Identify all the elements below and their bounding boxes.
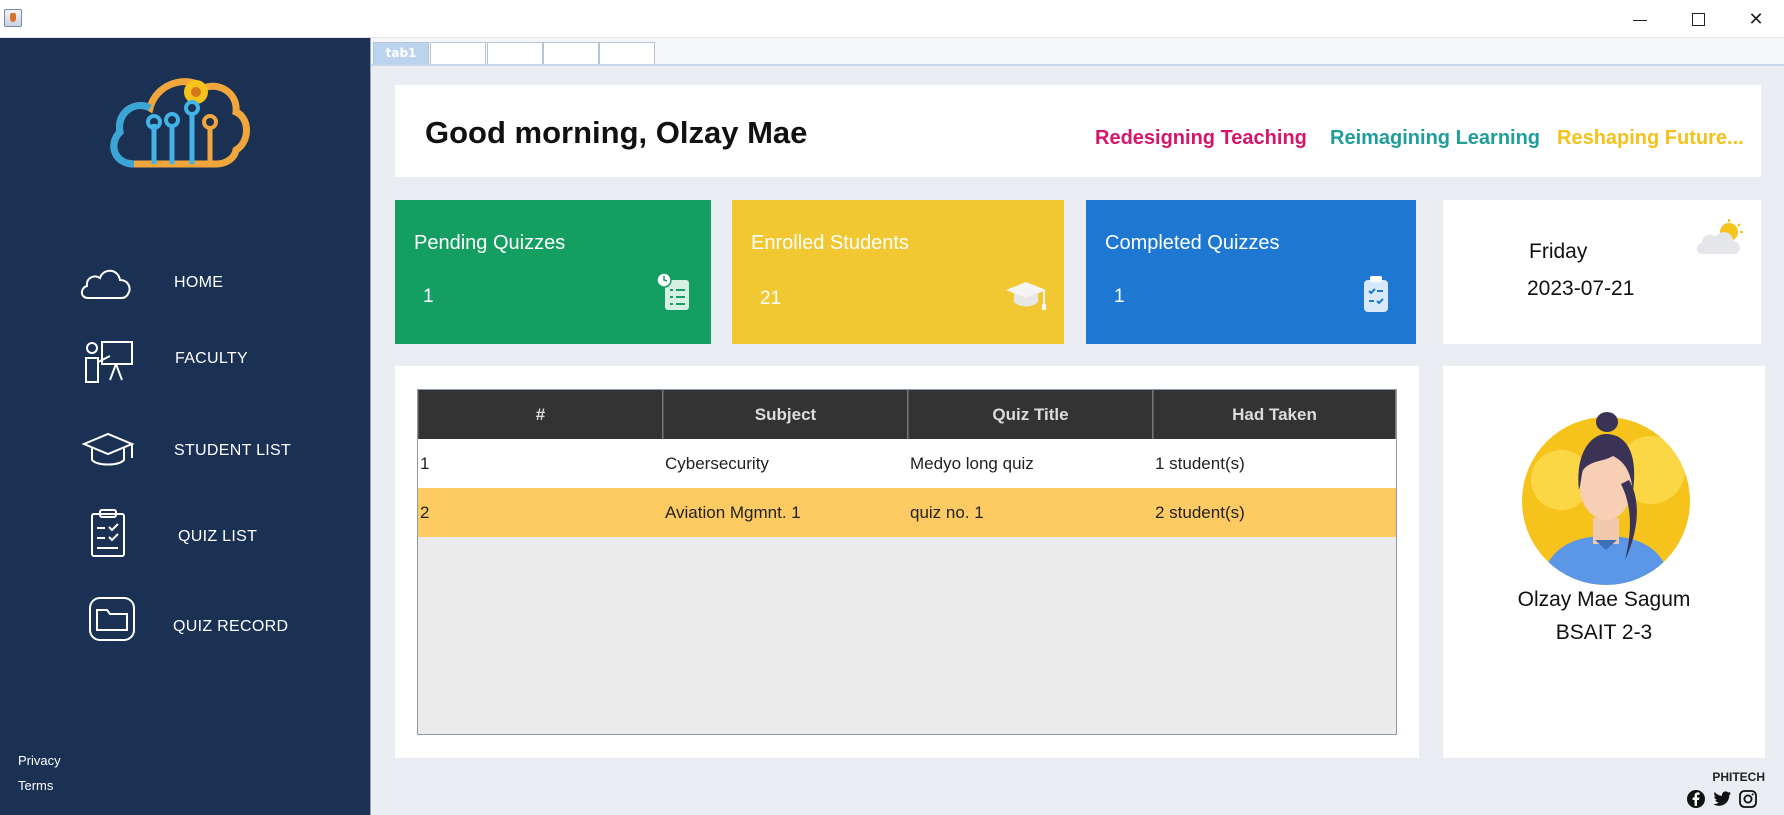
sidebar-item-label: QUIZ LIST	[178, 528, 258, 545]
motto-learning: Reimagining Learning	[1330, 127, 1541, 149]
greeting-text: Good morning, Olzay Mae	[425, 115, 808, 150]
enrolled-students-card[interactable]: Enrolled Students 21	[732, 200, 1064, 344]
stat-value: 1	[423, 286, 434, 307]
cell-quiz-title: Medyo long quiz	[910, 454, 1034, 473]
close-icon: ✕	[1748, 8, 1764, 30]
motto-future: Reshaping Future...	[1557, 127, 1744, 149]
quiz-table: # Subject Quiz Title Had Taken 1 Cyberse…	[417, 389, 1397, 735]
cell-had-taken: 2 student(s)	[1155, 503, 1245, 522]
privacy-link[interactable]: Privacy	[18, 753, 61, 768]
profile-section: BSAIT 2-3	[1555, 621, 1653, 644]
profile-card: Olzay Mae Sagum BSAIT 2-3	[1443, 366, 1765, 758]
column-header-had-taken[interactable]: Had Taken	[1153, 390, 1396, 439]
tab-1[interactable]: tab1	[373, 42, 429, 64]
cloud-icon	[80, 269, 131, 299]
twitter-icon[interactable]	[1711, 788, 1733, 810]
tab-2[interactable]	[430, 42, 486, 64]
sidebar-item-label: FACULTY	[175, 350, 248, 367]
completed-quizzes-card[interactable]: Completed Quizzes 1	[1086, 200, 1416, 344]
stat-value: 21	[760, 288, 782, 309]
sidebar-item-label: STUDENT LIST	[174, 442, 292, 459]
teacher-board-icon	[85, 341, 133, 383]
clock-list-icon	[656, 272, 689, 310]
clipboard-check-icon	[1364, 276, 1388, 312]
terms-link[interactable]: Terms	[18, 778, 53, 793]
sidebar-item-student-list[interactable]: STUDENT LIST	[0, 424, 370, 484]
table-row[interactable]: 1 Cybersecurity Medyo long quiz 1 studen…	[418, 439, 1396, 488]
brand-label: PHITECH	[1712, 770, 1765, 784]
instagram-icon[interactable]	[1737, 788, 1759, 810]
greeting-card: Good morning, Olzay Mae Redesigning Teac…	[395, 85, 1761, 177]
cell-number: 2	[420, 503, 430, 522]
cell-number: 1	[420, 454, 430, 473]
minimize-button[interactable]	[1612, 0, 1668, 38]
tab-4[interactable]	[543, 42, 599, 64]
tab-3[interactable]	[487, 42, 543, 64]
partly-cloudy-icon	[1696, 219, 1743, 254]
folder-icon	[89, 597, 135, 641]
column-header-subject[interactable]: Subject	[663, 390, 908, 439]
maximize-icon	[1691, 12, 1705, 26]
date-card: Friday 2023-07-21	[1443, 200, 1761, 344]
cell-quiz-title: quiz no. 1	[910, 503, 984, 522]
cell-subject: Aviation Mgmnt. 1	[665, 503, 801, 522]
profile-name: Olzay Mae Sagum	[1517, 588, 1691, 611]
avatar	[1522, 412, 1690, 585]
main-content: tab1 Good morning, Olzay Mae Redesigning…	[370, 38, 1784, 815]
sidebar: HOME FACULTY STUDENT LIST QUIZ LIST QUIZ…	[0, 38, 370, 815]
sidebar-item-quiz-record[interactable]: QUIZ RECORD	[0, 597, 370, 658]
stat-title: Completed Quizzes	[1105, 232, 1280, 254]
sidebar-item-label: HOME	[174, 274, 224, 291]
stat-title: Enrolled Students	[751, 232, 909, 254]
facebook-icon[interactable]	[1685, 788, 1707, 810]
stat-title: Pending Quizzes	[414, 232, 566, 254]
column-header-quiz-title[interactable]: Quiz Title	[908, 390, 1153, 439]
cloud-circuit-logo	[110, 78, 250, 168]
sidebar-item-label: QUIZ RECORD	[173, 618, 289, 635]
pending-quizzes-card[interactable]: Pending Quizzes 1	[395, 200, 711, 344]
cell-subject: Cybersecurity	[665, 454, 769, 473]
minimize-icon	[1633, 19, 1647, 21]
stat-value: 1	[1114, 286, 1125, 307]
column-header-number[interactable]: #	[418, 390, 663, 439]
close-button[interactable]: ✕	[1728, 0, 1784, 38]
java-app-icon	[4, 9, 22, 27]
graduation-cap-icon	[1006, 282, 1046, 310]
day-label: Friday	[1529, 240, 1588, 263]
sidebar-item-quiz-list[interactable]: QUIZ LIST	[0, 509, 370, 570]
sidebar-item-faculty[interactable]: FACULTY	[0, 332, 370, 392]
table-row-selected[interactable]: 2 Aviation Mgmnt. 1 quiz no. 1 2 student…	[418, 488, 1396, 537]
clipboard-checklist-icon	[91, 509, 125, 557]
tab-5[interactable]	[599, 42, 655, 64]
motto-teaching: Redesigning Teaching	[1095, 127, 1307, 149]
cell-had-taken: 1 student(s)	[1155, 454, 1245, 473]
maximize-button[interactable]	[1670, 0, 1726, 38]
graduation-cap-icon	[81, 432, 135, 466]
table-header: # Subject Quiz Title Had Taken	[418, 390, 1396, 439]
window-titlebar: ✕	[0, 0, 1784, 38]
sidebar-item-home[interactable]: HOME	[0, 254, 370, 314]
date-label: 2023-07-21	[1527, 277, 1635, 300]
tab-strip: tab1	[371, 38, 1784, 66]
